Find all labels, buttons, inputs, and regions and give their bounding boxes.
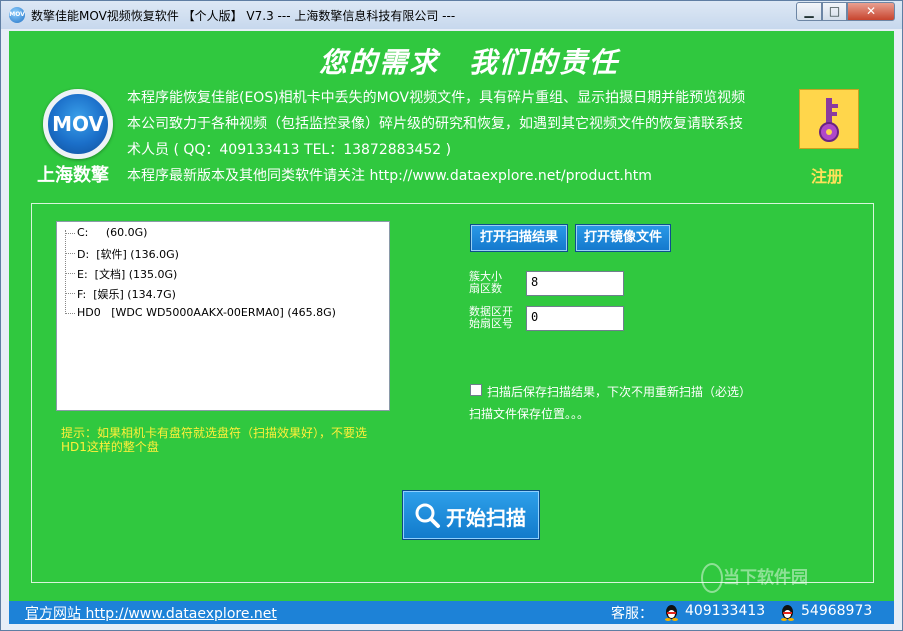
tree-line (65, 230, 66, 314)
drive-size: (134.7G) (127, 288, 176, 301)
drive-item-hd0[interactable]: HD0 [WDC WD5000AAKX-00ERMA0] (465.8G) (77, 306, 336, 319)
main-client-area: 您的需求 我们的责任 MOV 上海数擎 本程序能恢复佳能(EOS)相机卡中丢失的… (9, 31, 894, 624)
open-image-file-button[interactable]: 打开镜像文件 (575, 224, 671, 252)
start-scan-label: 开始扫描 (446, 506, 526, 530)
start-sector-label-line-2: 始扇区号 (469, 317, 513, 330)
drive-letter: D: (77, 248, 90, 261)
customer-service-label: 客服： (611, 606, 653, 622)
tree-branch (65, 293, 75, 294)
key-icon (819, 98, 839, 142)
drive-item-d[interactable]: D: [软件] (136.0G) (77, 246, 179, 262)
watermark-logo (701, 563, 723, 593)
magnifier-icon (415, 503, 440, 528)
close-button[interactable]: ✕ (847, 2, 895, 21)
drive-item-f[interactable]: F: [娱乐] (134.7G) (77, 286, 176, 302)
open-scan-result-button[interactable]: 打开扫描结果 (470, 224, 568, 252)
watermark-text: 当下软件园 (723, 568, 808, 588)
drive-size: (60.0G) (105, 226, 148, 239)
drive-letter: HD0 (77, 306, 101, 319)
start-sector-label: 数据区开 始扇区号 (469, 306, 513, 330)
drive-item-e[interactable]: E: [文档] (135.0G) (77, 266, 177, 282)
app-icon: MOV (9, 7, 25, 23)
drive-size: (136.0G) (130, 248, 179, 261)
drive-size: (135.0G) (128, 268, 178, 281)
drive-item-c[interactable]: C: (60.0G) (77, 226, 147, 239)
minimize-button[interactable]: ▁ (796, 2, 822, 21)
description-line-4[interactable]: 本程序最新版本及其他同类软件请关注 http://www.dataexplore… (127, 165, 652, 185)
tree-branch (65, 253, 75, 254)
save-location-link[interactable]: 扫描文件保存位置。。。 (469, 405, 589, 422)
title-bar[interactable]: MOV 数擎佳能MOV视频恢复软件 【个人版】 V7.3 --- 上海数擎信息科… (1, 1, 902, 29)
description-line-1: 本程序能恢复佳能(EOS)相机卡中丢失的MOV视频文件，具有碎片重组、显示拍摄日… (127, 90, 746, 106)
tree-branch (65, 313, 75, 314)
maximize-button[interactable]: □ (822, 2, 847, 21)
drive-label: [软件] (96, 248, 127, 261)
tree-branch (65, 233, 75, 234)
window-title: 数擎佳能MOV视频恢复软件 【个人版】 V7.3 --- 上海数擎信息科技有限公… (31, 9, 456, 23)
start-sector-input[interactable]: 0 (526, 306, 624, 331)
drive-list[interactable]: C: (60.0G) D: [软件] (136.0G) E: [文档] (135… (56, 221, 390, 411)
start-scan-button[interactable]: 开始扫描 (402, 490, 540, 540)
app-window: MOV 数擎佳能MOV视频恢复软件 【个人版】 V7.3 --- 上海数擎信息科… (0, 0, 903, 631)
drive-letter: F: (77, 288, 87, 301)
max-sectors-input[interactable]: 8 (526, 271, 624, 296)
footer-bar: 官方网站 http://www.dataexplore.net 客服： 4091… (9, 601, 894, 624)
official-site-link[interactable]: 官方网站 http://www.dataexplore.net (25, 603, 277, 623)
drive-size: (465.8G) (287, 306, 336, 319)
drive-label: [WDC WD5000AAKX-00ERMA0] (111, 306, 284, 319)
max-sectors-label: 簇大小 扇区数 (469, 271, 502, 295)
company-logo: MOV (43, 89, 113, 159)
hint-text: 提示：如果相机卡有盘符就选盘符（扫描效果好），不要选HD1这样的整个盘 (61, 426, 368, 454)
tree-branch (65, 273, 75, 274)
description-line-2: 本公司致力于各种视频（包括监控录像）碎片级的研究和恢复，如遇到其它视频文件的恢复… (127, 116, 743, 132)
register-button[interactable] (799, 89, 859, 149)
drive-letter: C: (77, 226, 89, 239)
qq-number-1: 409133413 (685, 603, 766, 619)
drive-label: [娱乐] (93, 288, 124, 301)
slogan: 您的需求 我们的责任 (318, 46, 619, 79)
drive-label: [文档] (94, 268, 126, 281)
qq-penguin-icon (781, 605, 794, 621)
description-line-3: 术人员 ( QQ：409133413 TEL：13872883452 ) (127, 142, 452, 158)
qq-number-2: 54968973 (801, 603, 873, 619)
max-sectors-label-line-2: 扇区数 (469, 282, 502, 295)
save-scan-result-checkbox[interactable] (470, 384, 482, 396)
qq-penguin-icon (665, 605, 678, 621)
save-scan-result-label[interactable]: 扫描后保存扫描结果，下次不用重新扫描（必选） (487, 383, 751, 400)
register-label[interactable]: 注册 (811, 163, 843, 187)
drive-letter: E: (77, 268, 88, 281)
company-name: 上海数擎 (37, 165, 109, 186)
